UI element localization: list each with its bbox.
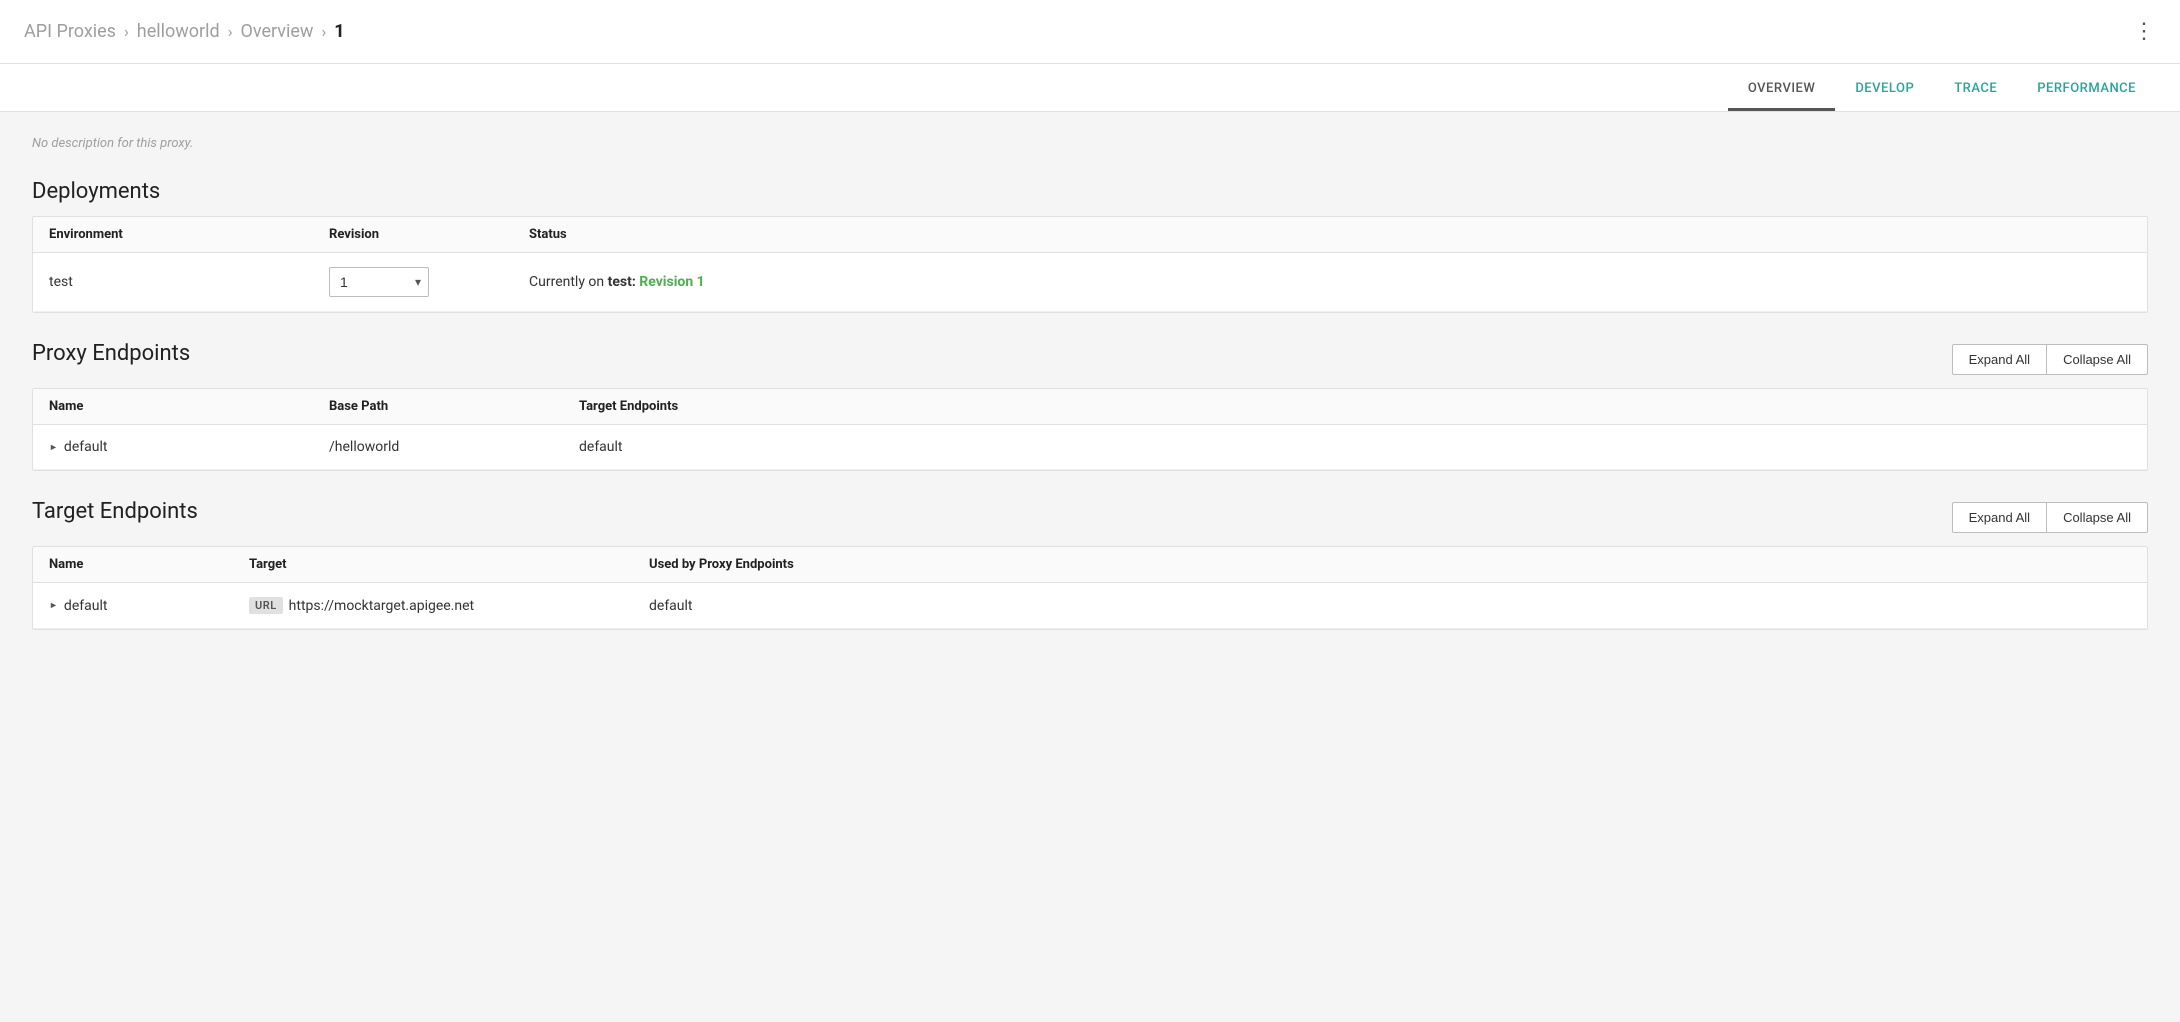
target-endpoints-collapse-all-button[interactable]: Collapse All (2047, 502, 2148, 533)
target-expand-triangle-icon[interactable]: ► (49, 600, 58, 611)
deployments-header-row: Environment Revision Status (33, 217, 2147, 253)
more-options-icon[interactable]: ⋮ (2133, 19, 2156, 44)
target-endpoint-name-cell: ► default (49, 598, 249, 614)
target-endpoints-table: Name Target Used by Proxy Endpoints ► de… (32, 546, 2148, 630)
proxy-endpoints-section-title: Proxy Endpoints (32, 341, 190, 366)
tab-develop[interactable]: DEVELOP (1835, 69, 1934, 111)
breadcrumb-api-proxies[interactable]: API Proxies (24, 21, 116, 42)
proxy-endpoints-expand-collapse-btns: Expand All Collapse All (1952, 344, 2148, 375)
proxy-col-target-endpoints: Target Endpoints (579, 399, 2131, 414)
proxy-endpoints-collapse-all-button[interactable]: Collapse All (2047, 344, 2148, 375)
target-endpoints-header-row: Name Target Used by Proxy Endpoints (33, 547, 2147, 583)
proxy-endpoint-name-cell: ► default (49, 439, 329, 455)
proxy-endpoint-base-path-value: /helloworld (329, 439, 579, 455)
deployment-revision-cell: 1 2 3 (329, 267, 529, 297)
proxy-endpoints-title-row: Proxy Endpoints Expand All Collapse All (32, 341, 2148, 378)
revision-select-input[interactable]: 1 2 3 (329, 267, 429, 297)
proxy-col-base-path: Base Path (329, 399, 579, 414)
target-endpoints-section: Target Endpoints Expand All Collapse All… (32, 499, 2148, 630)
deployment-environment-value: test (49, 274, 329, 290)
deployments-section-title: Deployments (32, 179, 2148, 204)
breadcrumb-sep-3: › (321, 22, 326, 41)
proxy-endpoint-target-endpoints-value: default (579, 439, 2131, 455)
tab-trace[interactable]: TRACE (1934, 69, 2017, 111)
breadcrumb-helloworld[interactable]: helloworld (137, 21, 220, 42)
deployment-status-value: Currently on test: Revision 1 (529, 274, 2131, 290)
proxy-endpoints-section: Proxy Endpoints Expand All Collapse All … (32, 341, 2148, 471)
target-endpoints-expand-collapse-btns: Expand All Collapse All (1952, 502, 2148, 533)
breadcrumb-sep-2: › (228, 22, 233, 41)
breadcrumb-sep-1: › (124, 22, 129, 41)
proxy-endpoints-expand-all-button[interactable]: Expand All (1952, 344, 2047, 375)
breadcrumb: API Proxies › helloworld › Overview › 1 (24, 21, 345, 42)
no-description-text: No description for this proxy. (32, 136, 2148, 151)
proxy-endpoint-name-value: default (64, 439, 108, 455)
proxy-endpoints-row: ► default /helloworld default (33, 425, 2147, 470)
proxy-endpoints-header-row: Name Base Path Target Endpoints (33, 389, 2147, 425)
deployments-col-revision: Revision (329, 227, 529, 242)
deployments-col-status: Status (529, 227, 2131, 242)
deployments-col-environment: Environment (49, 227, 329, 242)
proxy-col-name: Name (49, 399, 329, 414)
deployments-row: test 1 2 3 Currently on test: Revision 1 (33, 253, 2147, 312)
proxy-endpoints-table: Name Base Path Target Endpoints ► defaul… (32, 388, 2148, 471)
revision-select-wrapper[interactable]: 1 2 3 (329, 267, 429, 297)
target-endpoint-used-by-value: default (649, 598, 2131, 614)
target-col-used-by: Used by Proxy Endpoints (649, 557, 2131, 572)
status-revision-link: Revision 1 (639, 274, 704, 290)
target-endpoints-section-title: Target Endpoints (32, 499, 198, 524)
target-col-name: Name (49, 557, 249, 572)
main-content: No description for this proxy. Deploymen… (0, 112, 2180, 1022)
target-endpoints-expand-all-button[interactable]: Expand All (1952, 502, 2047, 533)
deployments-table: Environment Revision Status test 1 2 3 C… (32, 216, 2148, 313)
target-endpoint-name-value: default (64, 598, 108, 614)
url-badge: URL (249, 597, 283, 614)
top-bar: API Proxies › helloworld › Overview › 1 … (0, 0, 2180, 64)
tab-performance[interactable]: PERFORMANCE (2017, 69, 2156, 111)
expand-triangle-icon[interactable]: ► (49, 442, 58, 453)
breadcrumb-revision: 1 (334, 21, 344, 42)
tab-bar: OVERVIEW DEVELOP TRACE PERFORMANCE (0, 64, 2180, 112)
target-endpoint-url-value: https://mocktarget.apigee.net (289, 598, 474, 614)
tab-overview[interactable]: OVERVIEW (1728, 69, 1835, 111)
target-endpoints-row: ► default URL https://mocktarget.apigee.… (33, 583, 2147, 629)
target-endpoint-target-cell: URL https://mocktarget.apigee.net (249, 597, 649, 614)
target-endpoints-title-row: Target Endpoints Expand All Collapse All (32, 499, 2148, 536)
breadcrumb-overview[interactable]: Overview (241, 21, 314, 42)
status-env-bold: test: (608, 274, 636, 290)
target-col-target: Target (249, 557, 649, 572)
